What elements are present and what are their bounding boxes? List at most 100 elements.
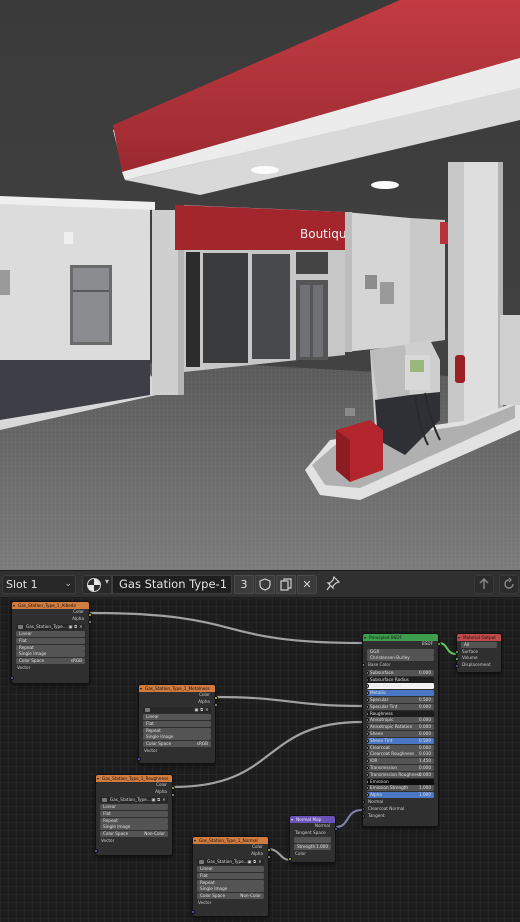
socket-displacement-in[interactable] (454, 664, 459, 668)
3d-viewport[interactable]: Boutique (0, 0, 520, 570)
extension-dropdown[interactable]: Repeat (143, 727, 211, 734)
projection-dropdown[interactable]: Flat (100, 810, 168, 817)
extension-dropdown[interactable]: Repeat (100, 817, 168, 824)
image-texture-node-normal[interactable]: Gas_Station_Type_1_Normal Color Alpha Ga… (190, 836, 271, 917)
projection-dropdown[interactable]: Flat (16, 637, 85, 644)
bsdf-input-subsurface-col[interactable]: Subsurface Col (367, 683, 434, 690)
socket-emission-strength-in[interactable] (367, 786, 369, 791)
bsdf-input-specular[interactable]: Specular 0.500 (367, 696, 434, 703)
bsdf-input-roughness[interactable]: Roughness (367, 710, 434, 717)
bsdf-input-clearcoat[interactable]: Clearcoat 0.000 (367, 744, 434, 751)
interpolation-dropdown[interactable]: Linear (197, 866, 264, 873)
source-dropdown[interactable]: Single Image (143, 734, 211, 741)
colorspace-dropdown[interactable]: Color Space Non-Color (100, 831, 168, 838)
extension-dropdown[interactable]: Repeat (197, 879, 264, 886)
bsdf-input-clearcoat-roughness[interactable]: Clearcoat Roughness 0.030 (367, 751, 434, 758)
socket-clearcoat-in[interactable] (367, 745, 369, 750)
socket-emission-in[interactable] (367, 779, 369, 784)
source-dropdown[interactable]: Single Image (16, 651, 85, 658)
distribution-dropdown[interactable]: GGX (367, 648, 434, 655)
socket-subsurface-in[interactable] (367, 670, 369, 675)
socket-specular-tint-in[interactable] (367, 704, 369, 709)
bsdf-input-alpha[interactable]: Alpha 1.000 (367, 792, 434, 799)
slot-dropdown[interactable]: Slot 1 ⌄ (2, 575, 76, 594)
socket-sheen-tint-in[interactable] (367, 738, 369, 743)
space-dropdown[interactable] (294, 837, 331, 844)
bsdf-input-normal[interactable]: Normal (363, 799, 438, 806)
socket-alpha-in[interactable] (367, 793, 369, 798)
browse-material-button[interactable]: ▾ (82, 575, 112, 594)
socket-clearcoat-roughness-in[interactable] (367, 752, 369, 757)
material-name-field[interactable]: Gas Station Type-1 (112, 575, 232, 594)
unlink-button[interactable]: ✕ (297, 575, 317, 594)
source-dropdown[interactable]: Single Image (100, 824, 168, 831)
subsurface-method-dropdown[interactable]: Christensen-Burley (367, 655, 434, 662)
socket-roughness-in[interactable] (367, 711, 369, 716)
socket-volume-in[interactable] (454, 657, 459, 661)
image-texture-node-roughness[interactable]: Gas_Station_Type_1_Roughness Color Alpha… (93, 774, 175, 856)
socket-vector-in[interactable] (93, 849, 98, 853)
colorspace-dropdown[interactable]: Color Space sRGB (143, 741, 211, 748)
socket-clearcoat-normal-in[interactable] (363, 806, 365, 811)
socket-normal-in[interactable] (363, 799, 365, 804)
material-output-node[interactable]: Material Output All Surface Volume Displ… (454, 633, 502, 673)
image-selector[interactable]: Gas_Station_Type... ▣ ⧉ ✕ (100, 796, 168, 804)
bsdf-input-emission-strength[interactable]: Emission Strength 1.000 (367, 785, 434, 792)
socket-surface-in[interactable] (454, 650, 459, 654)
socket-subsurface-col-in[interactable] (367, 684, 369, 689)
shader-node-editor[interactable]: Gas_Station_Type_1_Albedo Color Alpha Ga… (0, 598, 520, 922)
bsdf-input-specular-tint[interactable]: Specular Tint 0.000 (367, 703, 434, 710)
duplicate-button[interactable] (276, 575, 296, 594)
image-texture-node-albedo[interactable]: Gas_Station_Type_1_Albedo Color Alpha Ga… (9, 601, 92, 684)
socket-subsurface-radius-in[interactable] (367, 677, 369, 682)
socket-alpha-out[interactable] (170, 793, 175, 797)
socket-alpha-out[interactable] (213, 703, 218, 707)
interpolation-dropdown[interactable]: Linear (16, 631, 85, 638)
user-count-button[interactable]: 3 (234, 575, 254, 594)
image-texture-node-metalness[interactable]: Gas_Station_Type_1_Metalness Color Alpha… (136, 684, 218, 764)
socket-anisotropic-in[interactable] (367, 718, 369, 723)
bsdf-input-metallic[interactable]: Metallic (367, 690, 434, 697)
bsdf-input-subsurface-radius[interactable]: Subsurface Radius (367, 676, 434, 683)
bsdf-input-subsurface[interactable]: Subsurface 0.000 (367, 669, 434, 676)
socket-vector-in[interactable] (136, 757, 141, 761)
snap-button[interactable] (499, 575, 519, 594)
fake-user-button[interactable] (255, 575, 275, 594)
socket-bsdf-out[interactable] (436, 642, 441, 646)
projection-dropdown[interactable]: Flat (143, 720, 211, 727)
target-dropdown[interactable]: All (461, 641, 497, 648)
socket-alpha-out[interactable] (87, 620, 92, 624)
extension-dropdown[interactable]: Repeat (16, 644, 85, 651)
principled-bsdf-node[interactable]: Principled BSDF BSDF GGX Christensen-Bur… (362, 633, 441, 827)
pin-button[interactable] (322, 575, 344, 594)
bsdf-input-anisotropic[interactable]: Anisotropic 0.000 (367, 717, 434, 724)
image-selector[interactable]: Gas_Station_Type... ▣ ⧉ ✕ (16, 623, 85, 631)
bsdf-input-emission[interactable]: Emission (367, 778, 434, 785)
strength-field[interactable]: Strength 1.000 (294, 844, 331, 851)
socket-base-color-in[interactable] (363, 663, 365, 668)
socket-alpha-out[interactable] (266, 855, 271, 859)
colorspace-dropdown[interactable]: Color Space Non-Color (197, 893, 264, 900)
source-dropdown[interactable]: Single Image (197, 886, 264, 893)
socket-ior-in[interactable] (367, 759, 369, 764)
interpolation-dropdown[interactable]: Linear (100, 804, 168, 811)
colorspace-dropdown[interactable]: Color Space sRGB (16, 658, 85, 665)
bsdf-input-transmission-roughness[interactable]: Transmission Roughness 0.000 (367, 771, 434, 778)
socket-vector-in[interactable] (190, 910, 195, 914)
socket-specular-in[interactable] (367, 697, 369, 702)
socket-color-in[interactable] (287, 857, 292, 861)
bsdf-input-base-color[interactable]: Base Color (363, 662, 438, 669)
socket-vector-in[interactable] (9, 676, 14, 680)
image-selector[interactable]: Gas_Station_Type... ▣ ⧉ ✕ (197, 858, 264, 866)
bsdf-input-clearcoat-normal[interactable]: Clearcoat Normal (363, 806, 438, 813)
socket-sheen-in[interactable] (367, 731, 369, 736)
bsdf-input-sheen[interactable]: Sheen 0.000 (367, 730, 434, 737)
interpolation-dropdown[interactable]: Linear (143, 714, 211, 721)
socket-metallic-in[interactable] (367, 691, 369, 696)
bsdf-input-sheen-tint[interactable]: Sheen Tint 0.500 (367, 737, 434, 744)
normal-map-node[interactable]: Normal Map Normal Tangent Space Strength… (287, 815, 338, 863)
image-selector[interactable]: ▣ ⧉ ✕ (143, 706, 211, 714)
socket-anisotropic-rotation-in[interactable] (367, 725, 369, 730)
bsdf-input-transmission[interactable]: Transmission 0.000 (367, 764, 434, 771)
bsdf-input-tangent[interactable]: Tangent (363, 813, 438, 820)
